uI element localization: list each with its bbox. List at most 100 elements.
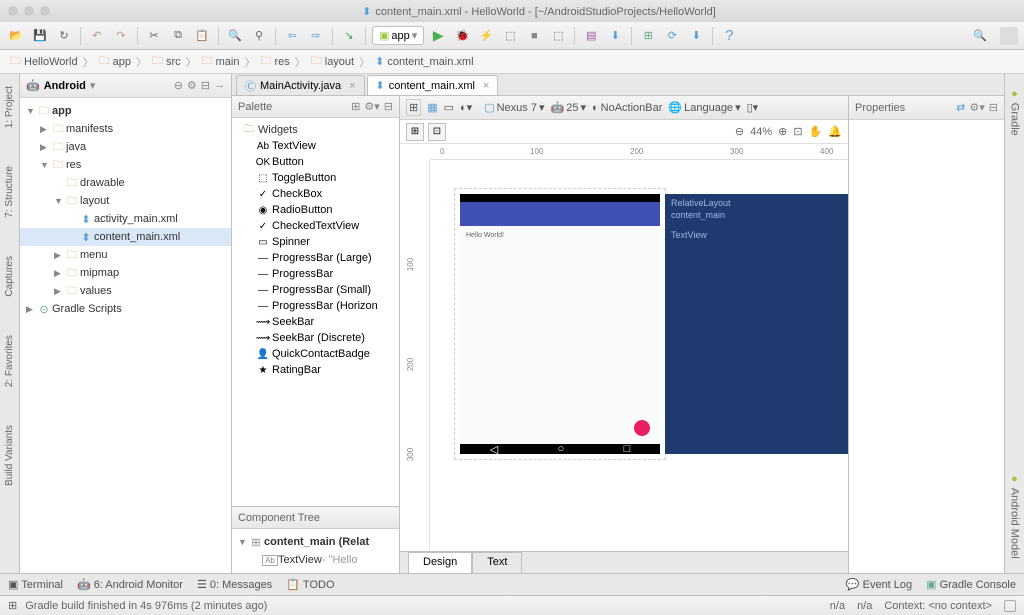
undo-button[interactable]: ↶ <box>87 26 107 46</box>
tree-res[interactable]: ▼🗀res <box>20 156 231 174</box>
help-button[interactable]: ? <box>719 26 739 46</box>
tab-android-monitor[interactable]: 🤖6: Android Monitor <box>77 578 183 591</box>
project-view-selector[interactable]: Android <box>44 80 86 92</box>
palette-item[interactable]: ✓CheckBox <box>232 186 399 202</box>
attach-debugger-button[interactable]: ⬚ <box>500 26 520 46</box>
ct-root[interactable]: ▼⊞content_main (Relat <box>232 533 399 551</box>
tree-values[interactable]: ▶🗀values <box>20 282 231 300</box>
search-everywhere-button[interactable]: 🔍 <box>970 26 990 46</box>
collapse-icon[interactable]: ⊖ <box>174 79 183 92</box>
avd-button[interactable]: ▤ <box>581 26 601 46</box>
status-context[interactable]: Context: <no context> <box>884 600 992 612</box>
tree-app[interactable]: ▼🗀app <box>20 102 231 120</box>
sync-button[interactable]: ↻ <box>54 26 74 46</box>
palette-item[interactable]: —ProgressBar (Large) <box>232 250 399 266</box>
ct-textview[interactable]: AbTextView - "Hello <box>232 551 399 569</box>
crumb-4[interactable]: 🗀res <box>256 52 293 71</box>
palette-item[interactable]: ◉RadioButton <box>232 202 399 218</box>
tab-captures[interactable]: Captures <box>4 252 15 301</box>
ui-mode-icon[interactable]: ◐▾ <box>460 101 472 114</box>
pan-button[interactable]: ⊞ <box>406 123 424 141</box>
tab-terminal[interactable]: ▣Terminal <box>8 578 63 591</box>
palette-item[interactable]: OKButton <box>232 154 399 170</box>
tree-manifests[interactable]: ▶🗀manifests <box>20 120 231 138</box>
palette-item[interactable]: ⟿SeekBar <box>232 314 399 330</box>
tab-messages[interactable]: ☰0: Messages <box>197 578 272 591</box>
tab-contentmain[interactable]: ⬍content_main.xml× <box>367 75 499 95</box>
project-structure-button[interactable]: ⊞ <box>638 26 658 46</box>
tree-mipmap[interactable]: ▶🗀mipmap <box>20 264 231 282</box>
paste-button[interactable]: 📋 <box>192 26 212 46</box>
tab-favorites[interactable]: 2: Favorites <box>4 331 15 391</box>
close-window-icon[interactable] <box>8 6 18 16</box>
tree-drawable[interactable]: 🗀drawable <box>20 174 231 192</box>
orientation-icon[interactable]: ▭ <box>444 101 454 114</box>
open-button[interactable]: 📂 <box>6 26 26 46</box>
palette-grid-icon[interactable]: ⊞ <box>351 100 360 113</box>
crumb-3[interactable]: 🗀main <box>198 52 244 71</box>
palette-item[interactable]: ✓CheckedTextView <box>232 218 399 234</box>
sync-gradle-button[interactable]: ⟳ <box>662 26 682 46</box>
forward-button[interactable]: ⇨ <box>306 26 326 46</box>
sdk-button[interactable]: ⬇ <box>605 26 625 46</box>
tree-menu[interactable]: ▶🗀menu <box>20 246 231 264</box>
redo-button[interactable]: ↷ <box>111 26 131 46</box>
replace-button[interactable]: ⚲ <box>249 26 269 46</box>
device-selector[interactable]: ▢Nexus 7▾ <box>484 101 544 114</box>
make-button[interactable]: ↘ <box>339 26 359 46</box>
tree-activity-main[interactable]: ⬍activity_main.xml <box>20 210 231 228</box>
palette-item[interactable]: ★RatingBar <box>232 362 399 378</box>
hide-icon[interactable]: ⊟ <box>201 79 210 92</box>
view-mode-icon[interactable]: ⊞ <box>406 99 421 116</box>
swap-icon[interactable]: ⇄ <box>956 101 965 114</box>
tab-android-model[interactable]: ● Android Model <box>1009 469 1021 563</box>
theme-selector[interactable]: ◐NoActionBar <box>592 102 662 114</box>
crumb-1[interactable]: 🗀app <box>95 52 135 71</box>
tree-gradle-scripts[interactable]: ▶⊙Gradle Scripts <box>20 300 231 318</box>
palette-item[interactable]: —ProgressBar (Small) <box>232 282 399 298</box>
canvas-viewport[interactable]: 0 100 200 300 400 100 200 300 <box>400 144 848 551</box>
find-button[interactable]: 🔍 <box>225 26 245 46</box>
tab-design[interactable]: Design <box>408 552 472 573</box>
tab-structure[interactable]: 7: Structure <box>4 162 15 222</box>
zoom-in-icon[interactable]: ⊕ <box>778 125 787 138</box>
chevron-down-icon[interactable]: ▾ <box>90 79 96 92</box>
run-config-selector[interactable]: ▣ app ▾ <box>372 26 424 45</box>
palette-item[interactable]: AbTextView <box>232 138 399 154</box>
tab-build-variants[interactable]: Build Variants <box>4 421 15 490</box>
download-button[interactable]: ⬇ <box>686 26 706 46</box>
cut-button[interactable]: ✂ <box>144 26 164 46</box>
crumb-5[interactable]: 🗀layout <box>307 52 358 71</box>
gear-icon[interactable]: ⚙▾ <box>364 100 379 113</box>
tab-todo[interactable]: 📋TODO <box>286 578 334 591</box>
tab-gradle-console[interactable]: ▣Gradle Console <box>926 578 1016 591</box>
stop-button[interactable]: ■ <box>524 26 544 46</box>
save-button[interactable]: 💾 <box>30 26 50 46</box>
user-avatar-icon[interactable] <box>1000 27 1018 45</box>
palette-group-widgets[interactable]: 🗀Widgets <box>232 122 399 138</box>
fab-icon[interactable] <box>634 420 650 436</box>
toggle-toolwindow-icon[interactable]: ⊞ <box>8 599 17 612</box>
hide-icon[interactable]: ⊟ <box>384 100 393 113</box>
blueprint-preview[interactable]: RelativeLayout content_main TextView <box>665 194 848 454</box>
palette-item[interactable]: —ProgressBar <box>232 266 399 282</box>
language-selector[interactable]: 🌐Language▾ <box>668 101 740 114</box>
gear-icon[interactable]: ⚙▾ <box>969 101 984 114</box>
orientation-icon[interactable]: ▯▾ <box>747 101 759 114</box>
crumb-6[interactable]: ⬍content_main.xml <box>371 55 477 68</box>
apply-changes-button[interactable]: ⚡ <box>476 26 496 46</box>
close-tab-icon[interactable]: × <box>483 80 489 92</box>
crumb-2[interactable]: 🗀src <box>148 52 185 71</box>
preview-textview[interactable]: Hello World! <box>466 232 504 239</box>
tab-mainactivity[interactable]: ⒸMainActivity.java× <box>236 75 365 95</box>
coverage-button[interactable]: ⬚ <box>548 26 568 46</box>
warnings-icon[interactable]: 🔔 <box>828 125 842 138</box>
palette-item[interactable]: 👤QuickContactBadge <box>232 346 399 362</box>
zoom-fit-icon[interactable]: ⊡ <box>793 125 802 138</box>
run-button[interactable]: ▶ <box>428 26 448 46</box>
select-button[interactable]: ⊡ <box>428 123 446 141</box>
zoom-out-icon[interactable]: ⊖ <box>735 125 744 138</box>
palette-item[interactable]: ⟿SeekBar (Discrete) <box>232 330 399 346</box>
gear-icon[interactable]: ⚙ <box>187 79 197 92</box>
minimize-window-icon[interactable] <box>24 6 34 16</box>
